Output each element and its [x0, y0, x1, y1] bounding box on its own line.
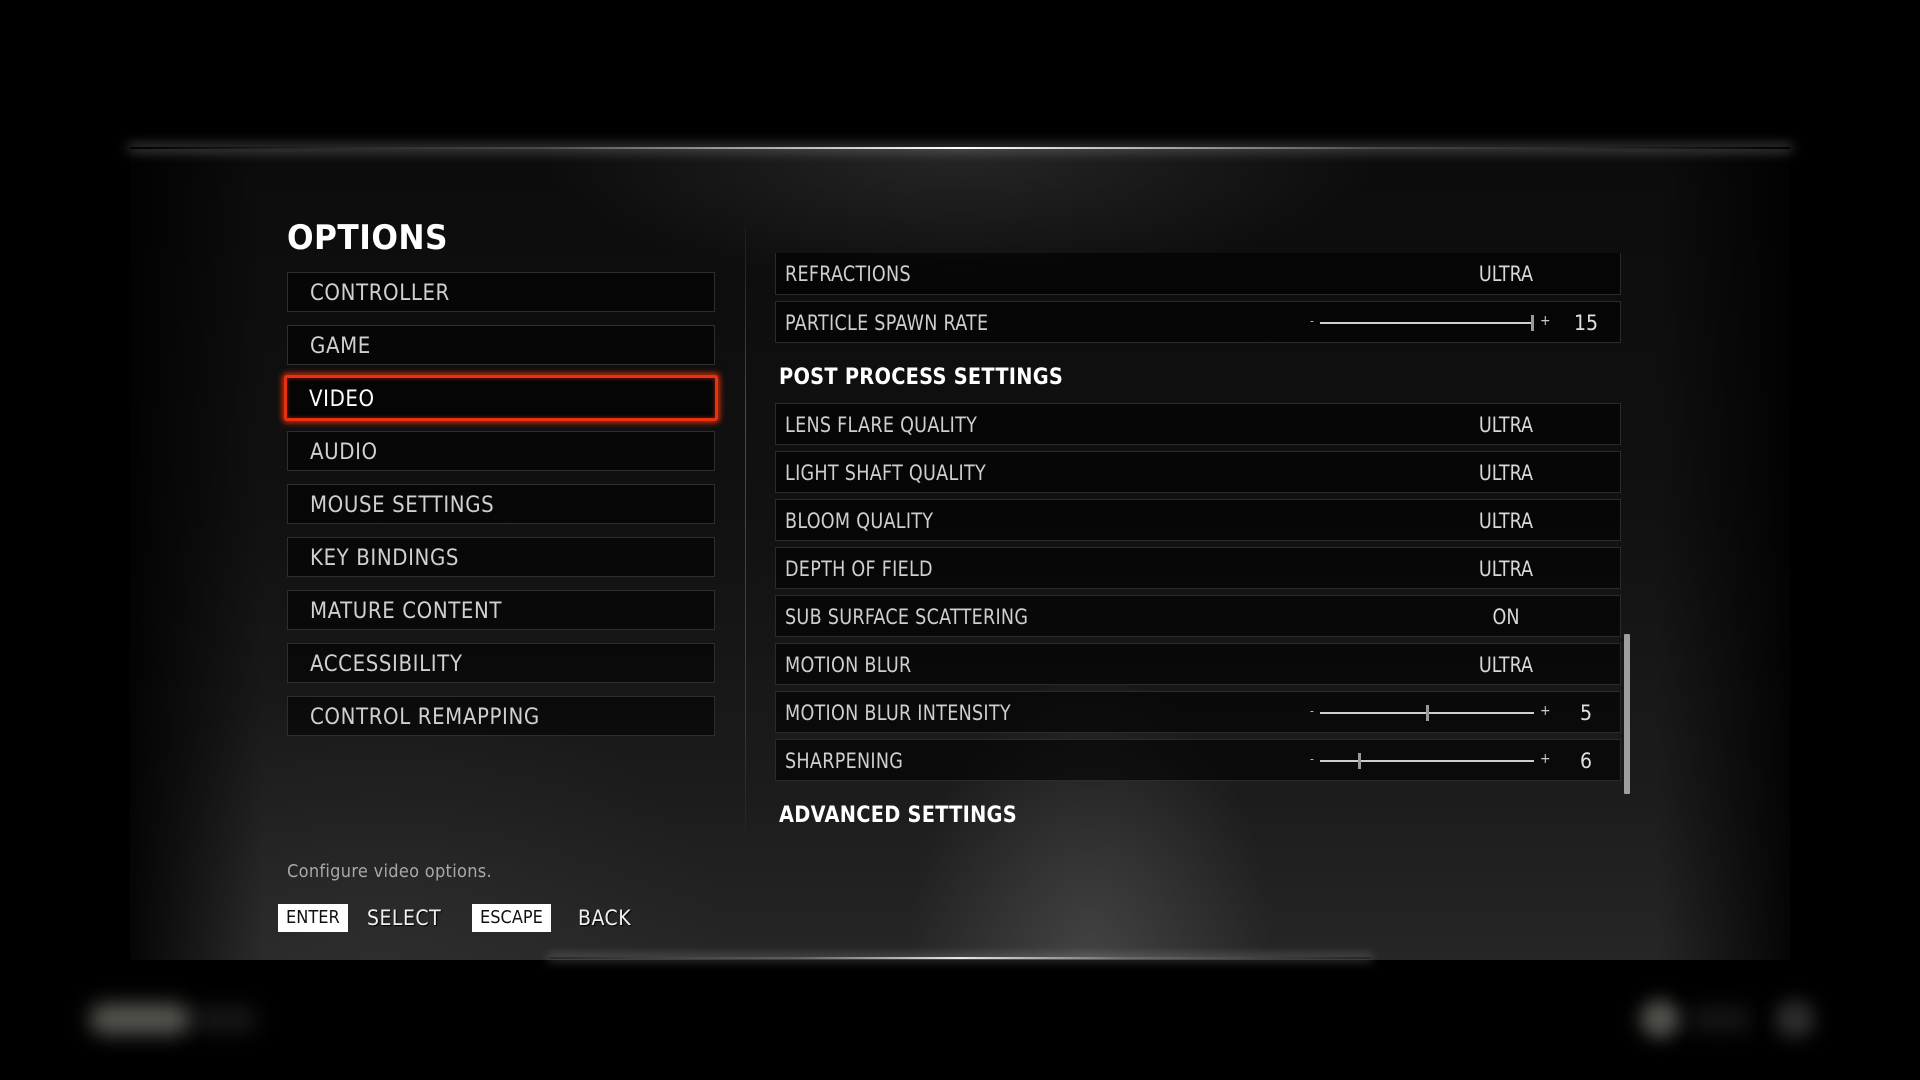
- blurred-overlay-left: [90, 1004, 190, 1034]
- slider-track[interactable]: [1320, 753, 1534, 769]
- setting-row-light-shaft-quality[interactable]: LIGHT SHAFT QUALITY ULTRA: [775, 451, 1621, 493]
- motion-blur-intensity-slider[interactable]: - +: [1310, 703, 1551, 721]
- slider-thumb[interactable]: [1358, 753, 1361, 769]
- slider-increase-icon[interactable]: +: [1540, 313, 1551, 329]
- menu-item-label: MATURE CONTENT: [310, 599, 503, 624]
- setting-row-motion-blur-intensity[interactable]: MOTION BLUR INTENSITY - + 5: [775, 691, 1621, 733]
- setting-label: DEPTH OF FIELD: [785, 557, 933, 581]
- menu-item-mature-content[interactable]: MATURE CONTENT: [287, 590, 715, 630]
- setting-label: LENS FLARE QUALITY: [785, 413, 978, 437]
- setting-value: ULTRA: [1478, 557, 1534, 581]
- setting-value: 6: [1579, 749, 1593, 773]
- menu-item-label: MOUSE SETTINGS: [310, 493, 495, 518]
- setting-row-particle-spawn-rate[interactable]: PARTICLE SPAWN RATE - + 15: [775, 301, 1621, 343]
- menu-item-key-bindings[interactable]: KEY BINDINGS: [287, 537, 715, 577]
- setting-row-refractions[interactable]: REFRACTIONS ULTRA: [775, 253, 1621, 295]
- enter-key-badge[interactable]: ENTER: [278, 904, 348, 932]
- back-prompt[interactable]: BACK: [578, 906, 631, 930]
- setting-row-lens-flare-quality[interactable]: LENS FLARE QUALITY ULTRA: [775, 403, 1621, 445]
- setting-label: MOTION BLUR INTENSITY: [785, 701, 1011, 725]
- menu-item-controller[interactable]: CONTROLLER: [287, 272, 715, 312]
- setting-value: ULTRA: [1478, 262, 1534, 286]
- setting-value: ULTRA: [1478, 461, 1534, 485]
- particle-spawn-rate-slider[interactable]: - +: [1310, 313, 1551, 331]
- sharpening-slider[interactable]: - +: [1310, 751, 1551, 769]
- setting-row-depth-of-field[interactable]: DEPTH OF FIELD ULTRA: [775, 547, 1621, 589]
- setting-row-sub-surface-scattering[interactable]: SUB SURFACE SCATTERING ON: [775, 595, 1621, 637]
- setting-row-bloom-quality[interactable]: BLOOM QUALITY ULTRA: [775, 499, 1621, 541]
- menu-item-label: GAME: [310, 334, 371, 359]
- menu-item-video[interactable]: VIDEO: [284, 375, 718, 421]
- menu-item-accessibility[interactable]: ACCESSIBILITY: [287, 643, 715, 683]
- blurred-overlay-right-icon-2: [1775, 1000, 1815, 1038]
- slider-increase-icon[interactable]: +: [1540, 703, 1551, 719]
- setting-label: SUB SURFACE SCATTERING: [785, 605, 1029, 629]
- menu-item-control-remapping[interactable]: CONTROL REMAPPING: [287, 696, 715, 736]
- menu-item-label: AUDIO: [310, 440, 378, 465]
- slider-decrease-icon[interactable]: -: [1310, 314, 1314, 328]
- section-header-post-process: POST PROCESS SETTINGS: [779, 365, 1064, 390]
- slider-track[interactable]: [1320, 705, 1534, 721]
- blurred-overlay-right-text: [1690, 1006, 1750, 1032]
- option-description: Configure video options.: [287, 861, 492, 882]
- menu-item-label: VIDEO: [309, 387, 375, 412]
- setting-value: 5: [1579, 701, 1593, 725]
- escape-key-badge[interactable]: ESCAPE: [472, 904, 551, 932]
- setting-row-motion-blur[interactable]: MOTION BLUR ULTRA: [775, 643, 1621, 685]
- setting-value: ON: [1492, 605, 1520, 629]
- menu-item-label: CONTROLLER: [310, 281, 450, 306]
- slider-thumb[interactable]: [1531, 315, 1534, 331]
- setting-label: PARTICLE SPAWN RATE: [785, 311, 989, 335]
- slider-thumb[interactable]: [1426, 705, 1429, 721]
- menu-item-label: ACCESSIBILITY: [310, 652, 463, 677]
- blurred-overlay-left-text: [195, 1006, 255, 1032]
- setting-label: BLOOM QUALITY: [785, 509, 934, 533]
- menu-item-label: KEY BINDINGS: [310, 546, 460, 571]
- setting-label: SHARPENING: [785, 749, 904, 773]
- section-header-advanced: ADVANCED SETTINGS: [779, 803, 1017, 828]
- blurred-overlay-right-icon: [1640, 1000, 1680, 1038]
- setting-value: ULTRA: [1478, 413, 1534, 437]
- settings-scrollbar[interactable]: [1624, 634, 1630, 794]
- setting-value: ULTRA: [1478, 509, 1534, 533]
- bottom-glow-divider: [550, 957, 1370, 959]
- setting-value: ULTRA: [1478, 653, 1534, 677]
- slider-track[interactable]: [1320, 315, 1534, 331]
- setting-value: 15: [1573, 311, 1599, 335]
- setting-row-sharpening[interactable]: SHARPENING - + 6: [775, 739, 1621, 781]
- select-prompt[interactable]: SELECT: [367, 906, 441, 930]
- column-divider: [745, 228, 746, 834]
- slider-decrease-icon[interactable]: -: [1310, 752, 1314, 766]
- top-glow-divider: [130, 147, 1790, 149]
- page-title: OPTIONS: [287, 218, 449, 258]
- menu-item-game[interactable]: GAME: [287, 325, 715, 365]
- menu-item-mouse-settings[interactable]: MOUSE SETTINGS: [287, 484, 715, 524]
- menu-item-audio[interactable]: AUDIO: [287, 431, 715, 471]
- slider-increase-icon[interactable]: +: [1540, 751, 1551, 767]
- menu-item-label: CONTROL REMAPPING: [310, 705, 540, 730]
- setting-label: MOTION BLUR: [785, 653, 912, 677]
- setting-label: REFRACTIONS: [785, 262, 911, 286]
- slider-decrease-icon[interactable]: -: [1310, 704, 1314, 718]
- setting-label: LIGHT SHAFT QUALITY: [785, 461, 986, 485]
